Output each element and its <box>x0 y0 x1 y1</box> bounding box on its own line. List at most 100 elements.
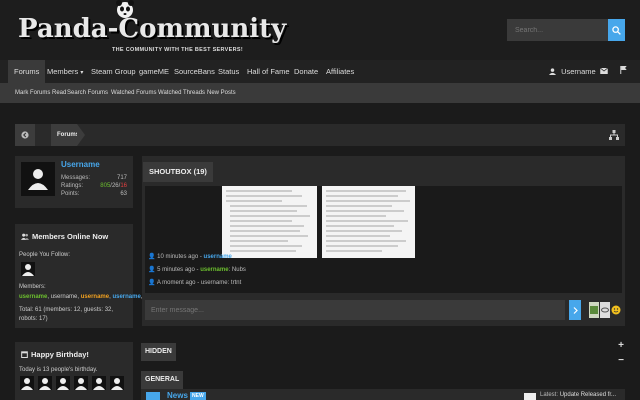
messages-value: 717 <box>116 175 127 181</box>
sub-nav: Mark Forums Read Search Forums Watched F… <box>0 83 640 103</box>
site-tagline: THE COMMUNITY WITH THE BEST SERVERS! <box>112 47 243 53</box>
shout-time: 10 minutes ago <box>157 254 199 260</box>
calendar-icon <box>21 351 28 358</box>
nav-gameme[interactable]: gameME <box>139 60 169 83</box>
shout-item: 👤 10 minutes ago - username <box>148 254 232 260</box>
nav-affiliates[interactable]: Affiliates <box>326 60 354 83</box>
smiley-button[interactable] <box>611 302 621 318</box>
birthday-title: Happy Birthday! <box>21 350 89 359</box>
sitemap-icon[interactable] <box>609 130 619 140</box>
nav-username: Username <box>561 67 596 76</box>
smiley-icon <box>611 305 621 315</box>
mark-forums-read-link[interactable]: Mark Forums Read <box>15 83 66 103</box>
image-upload-button[interactable] <box>589 302 599 318</box>
nav-forums[interactable]: Forums <box>8 60 46 83</box>
points-stat: Points: 63 <box>61 191 127 197</box>
inbox-button[interactable] <box>600 60 608 83</box>
breadcrumb: Forums <box>15 124 625 146</box>
search-button[interactable] <box>608 19 625 41</box>
nav-sourcebans[interactable]: SourceBans <box>174 60 215 83</box>
shout-user[interactable]: username <box>201 280 228 286</box>
expand-hidden-icon[interactable]: + <box>618 340 624 351</box>
envelope-icon <box>600 67 608 74</box>
members-online-title: Members Online Now <box>21 232 108 241</box>
home-button[interactable] <box>15 124 35 146</box>
link-button[interactable] <box>600 302 610 318</box>
points-label: Points: <box>61 191 80 197</box>
ratings-positive: 805 <box>100 183 111 189</box>
members-list: username, username, username, username, <box>19 294 142 300</box>
default-avatar-icon <box>39 378 51 390</box>
shout-user[interactable]: username <box>204 254 232 260</box>
birthday-avatar[interactable] <box>56 376 70 390</box>
shout-text: trtnt <box>230 280 242 286</box>
category-general-tab[interactable]: GENERAL <box>141 371 184 389</box>
member-link[interactable]: username <box>81 294 109 300</box>
member-link[interactable]: username <box>51 294 78 300</box>
user-panel-username[interactable]: Username <box>61 160 100 169</box>
shout-message-input[interactable] <box>145 300 565 320</box>
main-nav: Forums Members ▾ Steam Group gameME Sour… <box>0 60 640 83</box>
forum-icon <box>146 392 160 400</box>
default-avatar-icon <box>28 169 48 190</box>
nav-user[interactable]: Username <box>549 60 596 83</box>
default-avatar-icon <box>22 264 34 276</box>
latest-link[interactable]: Update Released fr... <box>560 392 616 398</box>
shoutbox-tab[interactable]: SHOUTBOX (19) <box>143 162 213 182</box>
ratings-label: Ratings: <box>61 183 84 189</box>
default-avatar-icon <box>21 378 33 390</box>
default-avatar-icon <box>93 378 105 390</box>
collapse-icon[interactable]: − <box>618 355 624 366</box>
birthday-text: Today is 13 people's birthday. <box>19 367 98 373</box>
chevron-right-icon <box>573 306 578 314</box>
search-input[interactable] <box>507 19 608 41</box>
breadcrumb-forums[interactable]: Forums <box>51 124 79 146</box>
search-forums-link[interactable]: Search Forums <box>67 83 108 103</box>
messages-stat: Messages: 717 <box>61 175 127 181</box>
avatar[interactable] <box>21 162 55 196</box>
member-link[interactable]: username <box>112 294 140 300</box>
image-icon <box>590 306 598 314</box>
points-value: 63 <box>120 191 127 197</box>
ratings-value: 805/26/16 <box>100 183 127 189</box>
screenshot-text-lines <box>222 186 317 258</box>
birthday-avatar[interactable] <box>38 376 52 390</box>
users-icon <box>21 233 29 240</box>
shout-time: 5 minutes ago <box>157 267 195 273</box>
ratings-stat: Ratings: 805/26/16 <box>61 183 127 189</box>
nav-members-label: Members <box>47 67 79 76</box>
birthday-avatar[interactable] <box>74 376 88 390</box>
user-icon <box>549 68 556 75</box>
nav-status[interactable]: Status <box>218 60 239 83</box>
shout-item: 👤 A moment ago - username: trtnt <box>148 280 242 286</box>
shout-item: 👤 5 minutes ago - username: Nubs <box>148 267 246 273</box>
latest-thumbnail <box>524 393 536 400</box>
members-label: Members: <box>19 284 46 290</box>
link-icon <box>601 307 609 313</box>
member-link[interactable]: username <box>19 294 47 300</box>
birthday-avatar[interactable] <box>20 376 34 390</box>
search-icon <box>612 25 621 35</box>
new-posts-link[interactable]: New Posts <box>207 83 236 103</box>
ratings-neutral: 26 <box>111 183 119 189</box>
nav-donate[interactable]: Donate <box>294 60 318 83</box>
followed-avatar[interactable] <box>21 262 35 276</box>
send-shout-button[interactable] <box>569 300 581 320</box>
nav-members[interactable]: Members ▾ <box>47 60 83 83</box>
watched-threads-link[interactable]: Watched Threads <box>158 83 205 103</box>
back-icon <box>21 131 29 139</box>
watched-forums-link[interactable]: Watched Forums <box>111 83 156 103</box>
site-header: Panda-Community THE COMMUNITY WITH THE B… <box>0 0 640 60</box>
messages-label: Messages: <box>61 175 91 181</box>
birthday-avatar[interactable] <box>110 376 124 390</box>
site-logo[interactable]: Panda-Community <box>18 14 286 44</box>
latest-label: Latest: <box>540 392 559 398</box>
forum-title-news[interactable]: News <box>167 391 188 400</box>
nav-steam-group[interactable]: Steam Group <box>91 60 136 83</box>
nav-hall-of-fame[interactable]: Hall of Fame <box>247 60 290 83</box>
screenshot-text-lines <box>322 186 415 258</box>
shout-user[interactable]: username <box>200 267 228 273</box>
category-hidden-tab[interactable]: HIDDEN <box>141 343 176 361</box>
alerts-button[interactable] <box>620 60 627 83</box>
birthday-avatar[interactable] <box>92 376 106 390</box>
